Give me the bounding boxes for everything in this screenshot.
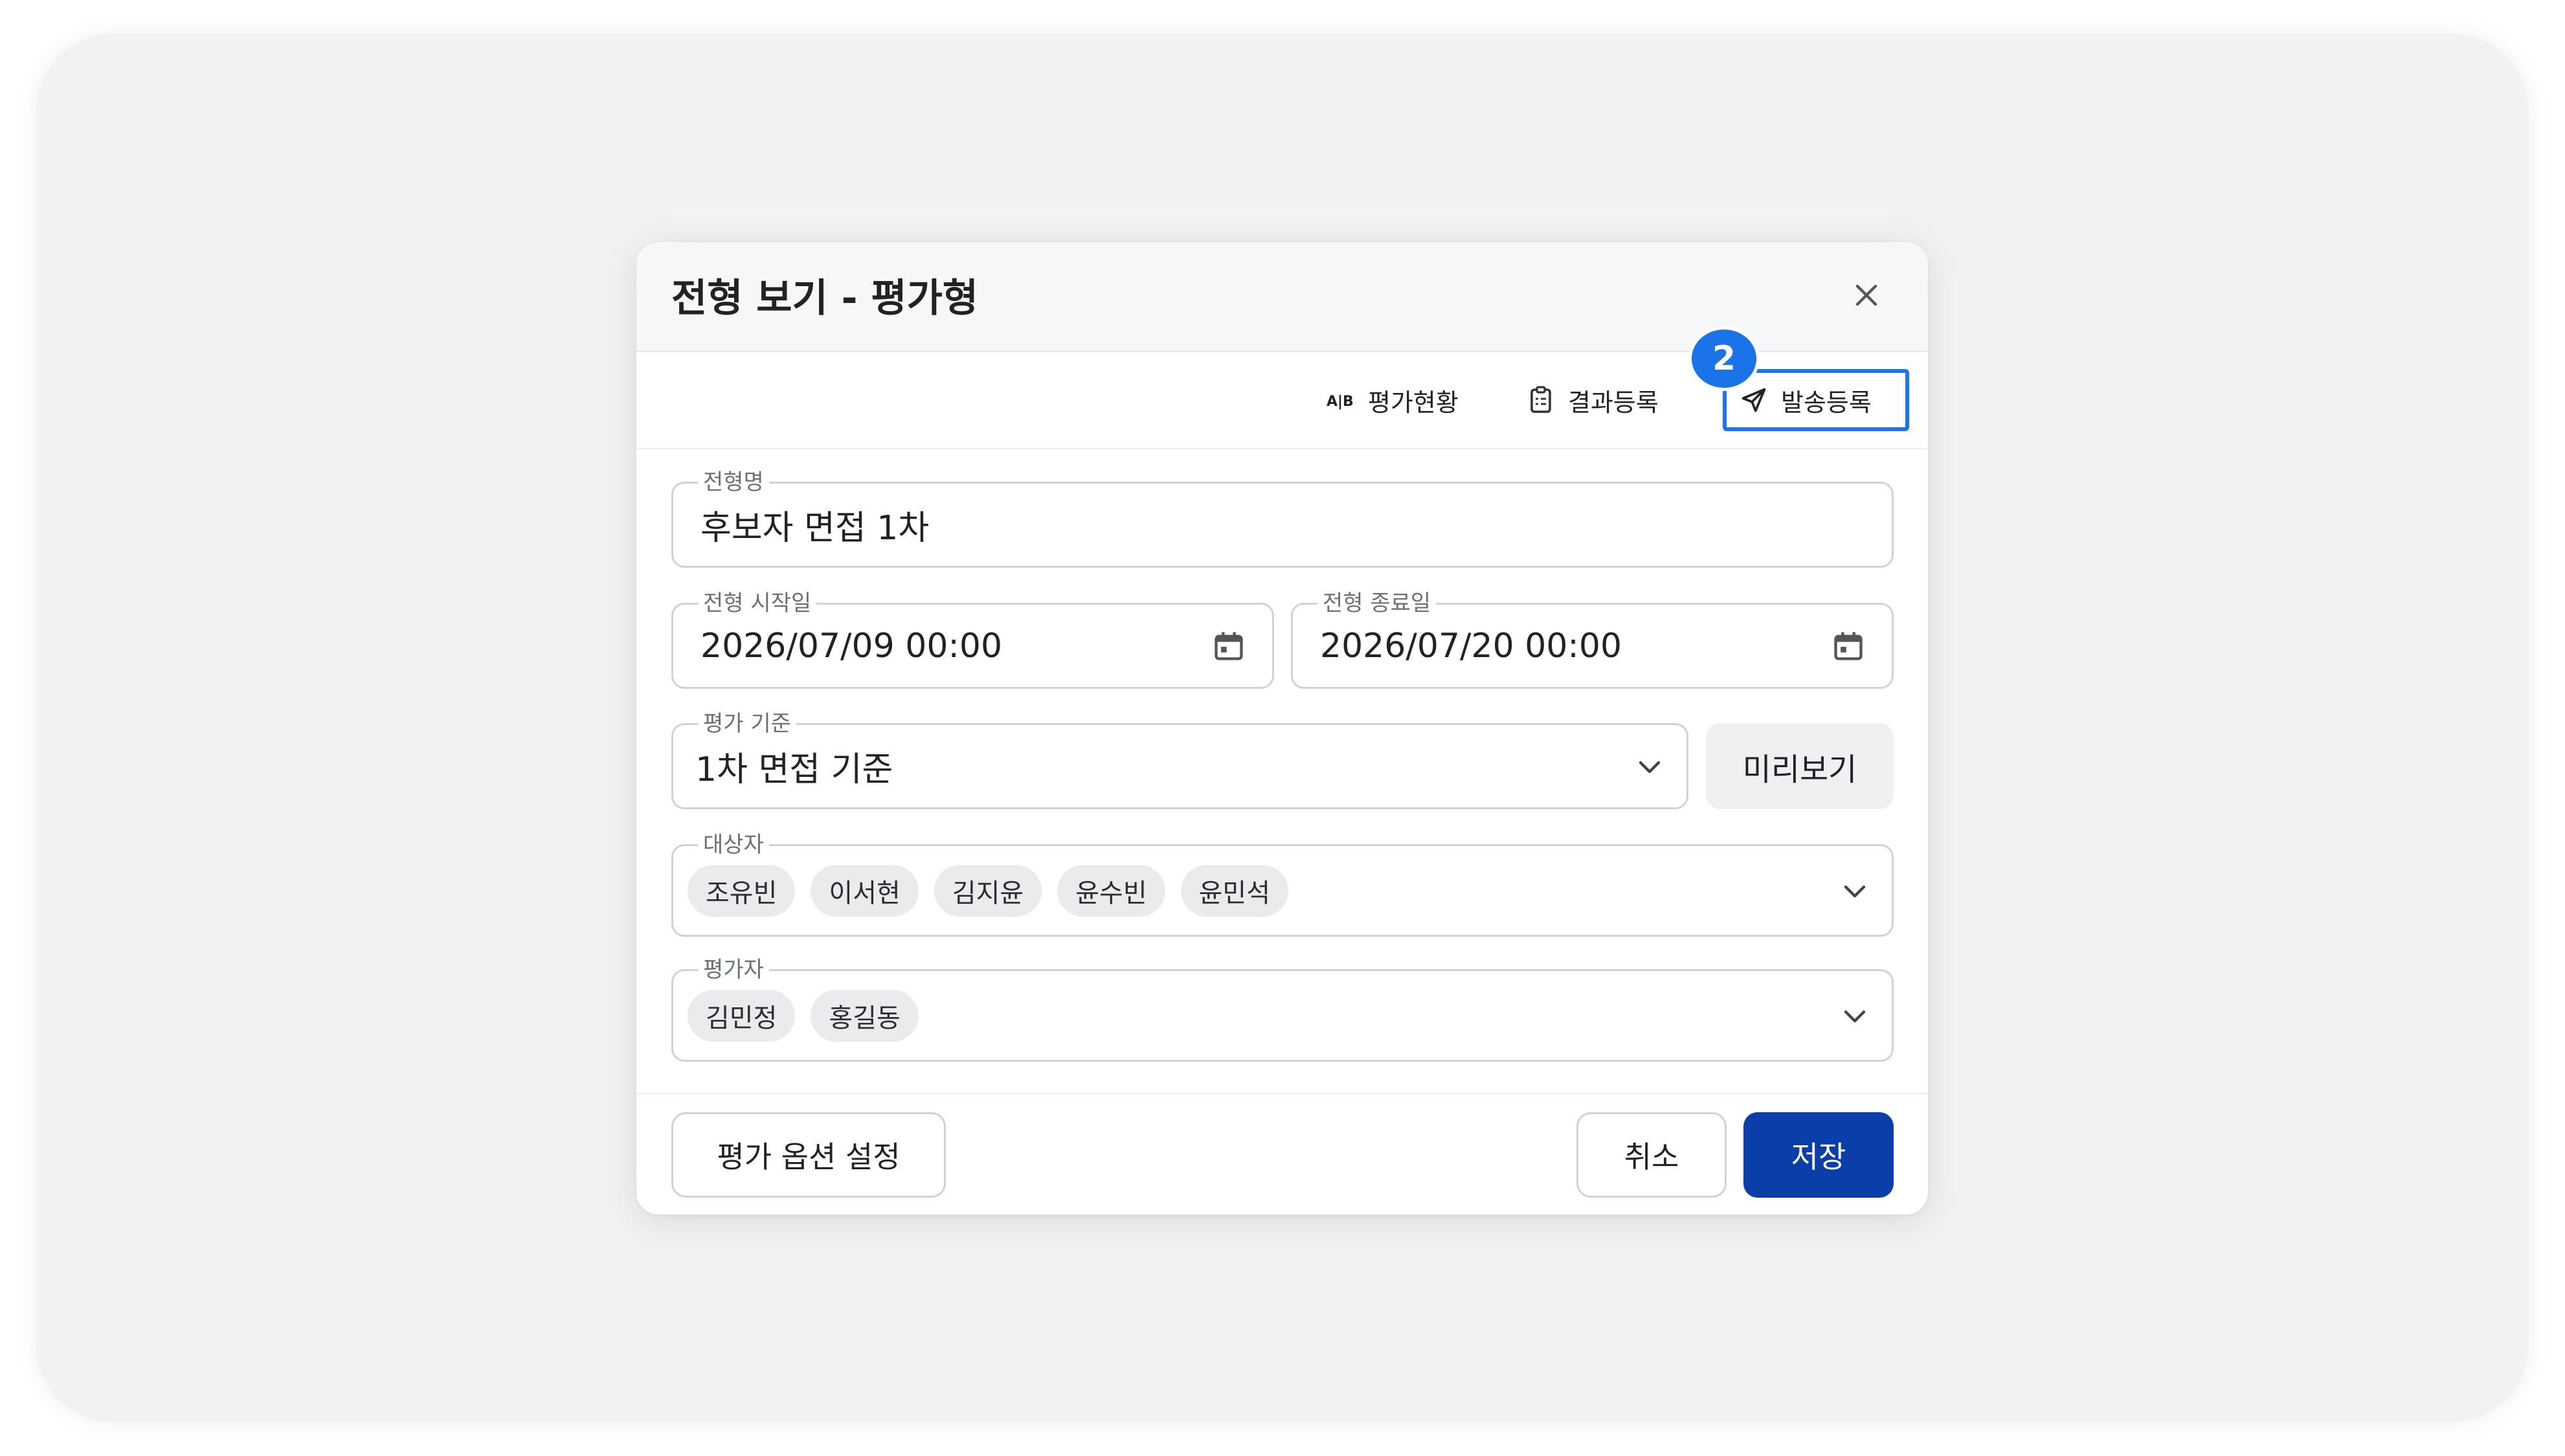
evaluation-status-button[interactable]: A|B 평가현황: [1314, 369, 1472, 431]
dialog-footer: 평가 옵션 설정 취소 저장: [636, 1093, 1928, 1216]
send-register-label: 발송등록: [1781, 388, 1872, 417]
send-icon: [1740, 386, 1768, 414]
chevron-down-icon[interactable]: [1837, 873, 1873, 909]
result-register-label: 결과등록: [1568, 388, 1659, 417]
close-icon: [1855, 284, 1877, 306]
stage-name-value: 후보자 면접 1차: [700, 509, 930, 548]
preview-button[interactable]: 미리보기: [1706, 723, 1894, 809]
step-badge: 2: [1688, 326, 1760, 391]
targets-select[interactable]: 대상자 조유빈 이서현 김지윤 윤수빈 윤민석: [671, 831, 1894, 937]
save-button[interactable]: 저장: [1743, 1112, 1894, 1198]
svg-text:A|B: A|B: [1327, 394, 1354, 410]
target-chip[interactable]: 윤수빈: [1057, 864, 1165, 917]
chevron-down-icon[interactable]: [1837, 998, 1873, 1034]
dialog-title: 전형 보기 - 평가형: [671, 276, 978, 321]
criteria-select[interactable]: 평가 기준 1차 면접 기준: [671, 710, 1688, 809]
result-register-button[interactable]: 결과등록: [1514, 369, 1672, 431]
start-date-value: 2026/07/09 00:00: [700, 626, 1003, 666]
end-date-value: 2026/07/20 00:00: [1320, 626, 1622, 666]
evaluator-chip[interactable]: 김민정: [688, 989, 796, 1042]
target-chip[interactable]: 이서현: [811, 864, 919, 917]
close-button[interactable]: [1847, 276, 1886, 315]
evaluation-options-button[interactable]: 평가 옵션 설정: [671, 1112, 946, 1198]
calendar-icon[interactable]: [1830, 628, 1866, 664]
evaluators-select[interactable]: 평가자 김민정 홍길동: [671, 956, 1894, 1062]
criteria-value: 1차 면접 기준: [695, 750, 893, 789]
target-chip[interactable]: 조유빈: [688, 864, 796, 917]
evaluation-status-label: 평가현황: [1368, 388, 1459, 417]
evaluators-chip-list: 김민정 홍길동: [688, 971, 919, 1060]
clipboard-icon: [1527, 386, 1555, 414]
end-date-field[interactable]: 전형 종료일 2026/07/20 00:00: [1291, 589, 1894, 689]
target-chip[interactable]: 김지윤: [934, 864, 1042, 917]
stage-name-field[interactable]: 전형명 후보자 면접 1차: [671, 468, 1894, 568]
chevron-down-icon[interactable]: [1631, 748, 1668, 785]
target-chip[interactable]: 윤민석: [1180, 864, 1289, 917]
calendar-icon[interactable]: [1211, 628, 1247, 664]
start-date-field[interactable]: 전형 시작일 2026/07/09 00:00: [671, 589, 1274, 689]
cancel-button[interactable]: 취소: [1576, 1112, 1727, 1198]
ab-icon: A|B: [1327, 386, 1355, 414]
targets-chip-list: 조유빈 이서현 김지윤 윤수빈 윤민석: [688, 846, 1289, 935]
stage-view-dialog: 전형 보기 - 평가형 A|B 평가현황 결과등록 발송등록 2 전형명 후보자…: [636, 242, 1928, 1215]
evaluator-chip[interactable]: 홍길동: [811, 989, 919, 1042]
